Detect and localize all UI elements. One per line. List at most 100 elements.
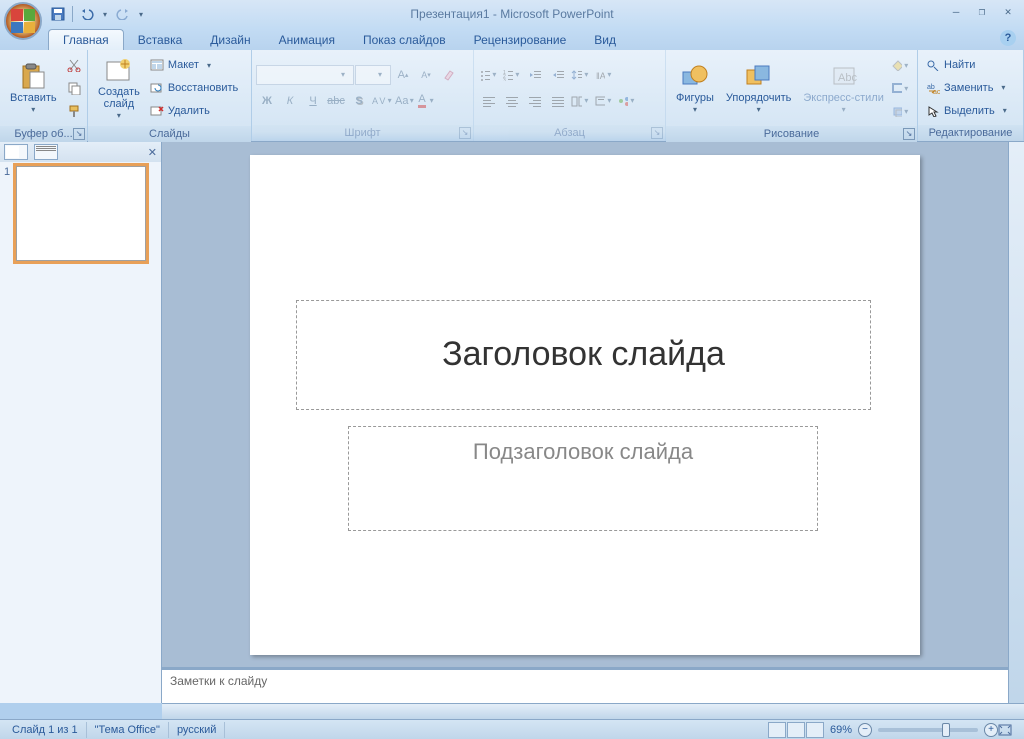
slideshow-view-button[interactable] (806, 722, 824, 738)
drawing-dialog-launcher[interactable]: ↘ (903, 128, 915, 140)
grow-font-button[interactable]: A▴ (392, 64, 414, 86)
tab-review[interactable]: Рецензирование (460, 30, 581, 50)
group-drawing: Фигуры▾ Упорядочить▾ Abc Экспресс-стили▾… (666, 50, 918, 141)
tab-design[interactable]: Дизайн (196, 30, 264, 50)
close-button[interactable]: ✕ (996, 2, 1020, 20)
select-button[interactable]: Выделить▾ (922, 100, 1019, 122)
qat-customize-dropdown[interactable]: ▾ (135, 4, 147, 24)
outline-tab[interactable] (34, 144, 58, 160)
tab-slideshow[interactable]: Показ слайдов (349, 30, 460, 50)
font-color-button[interactable]: A▾ (417, 90, 439, 112)
zoom-level[interactable]: 69% (824, 724, 858, 736)
text-direction-button[interactable]: ‖A▾ (593, 64, 615, 86)
justify-button[interactable] (547, 90, 569, 112)
group-font-label: Шрифт↘ (252, 125, 473, 141)
clear-format-button[interactable] (438, 64, 460, 86)
group-clipboard-label: Буфер об...↘ (0, 126, 87, 142)
normal-view-button[interactable] (768, 722, 786, 738)
thumbnail-pane: ✕ 1 (0, 142, 162, 703)
change-case-button[interactable]: Aa▾ (394, 90, 416, 112)
group-paragraph: ▾ 123▾ ▾ ‖A▾ ▾ ▾ ▾ Абзац↘ (474, 50, 666, 141)
status-language[interactable]: русский (169, 722, 225, 738)
align-left-button[interactable] (478, 90, 500, 112)
paste-button[interactable]: Вставить ▾ (4, 52, 63, 124)
delete-slide-button[interactable]: Удалить (146, 100, 247, 122)
italic-button[interactable]: К (279, 90, 301, 112)
line-spacing-button[interactable]: ▾ (570, 64, 592, 86)
paragraph-dialog-launcher[interactable]: ↘ (651, 127, 663, 139)
minimize-button[interactable]: — (944, 2, 968, 20)
qat-undo-button[interactable] (77, 4, 97, 24)
shadow-button[interactable]: S (348, 90, 370, 112)
increase-indent-button[interactable] (547, 64, 569, 86)
smartart-button[interactable]: ▾ (616, 90, 638, 112)
slide[interactable]: Заголовок слайда Подзаголовок слайда (250, 155, 920, 655)
slides-tab[interactable] (4, 144, 28, 160)
zoom-slider[interactable] (878, 728, 978, 732)
horizontal-scrollbar[interactable] (162, 703, 1024, 719)
qat-undo-dropdown[interactable]: ▾ (99, 4, 111, 24)
subtitle-placeholder[interactable]: Подзаголовок слайда (348, 426, 818, 531)
qat-save-button[interactable] (48, 4, 68, 24)
shape-effects-button[interactable]: ▾ (890, 100, 912, 122)
vertical-scrollbar[interactable] (1008, 142, 1024, 703)
format-painter-button[interactable] (63, 100, 85, 122)
group-editing: Найти abacЗаменить▾ Выделить▾ Редактиров… (918, 50, 1024, 141)
title-placeholder[interactable]: Заголовок слайда (296, 300, 871, 410)
zoom-in-button[interactable]: + (984, 723, 998, 737)
arrange-button[interactable]: Упорядочить▾ (720, 52, 797, 124)
sorter-view-button[interactable] (787, 722, 805, 738)
copy-button[interactable] (63, 77, 85, 99)
font-family-combo[interactable]: ▾ (256, 65, 354, 85)
tab-insert[interactable]: Вставка (124, 30, 197, 50)
char-spacing-button[interactable]: AV▾ (371, 90, 393, 112)
columns-button[interactable]: ▾ (570, 90, 592, 112)
strikethrough-button[interactable]: abc (325, 90, 347, 112)
quick-styles-button[interactable]: Abc Экспресс-стили▾ (797, 52, 889, 124)
zoom-slider-thumb[interactable] (942, 723, 950, 737)
office-button[interactable] (4, 2, 42, 40)
tab-animation[interactable]: Анимация (265, 30, 349, 50)
restore-button[interactable]: ❐ (970, 2, 994, 20)
find-icon (926, 59, 940, 71)
replace-button[interactable]: abacЗаменить▾ (922, 77, 1019, 99)
new-slide-button[interactable]: Создать слайд ▾ (92, 52, 146, 124)
underline-button[interactable]: Ч (302, 90, 324, 112)
status-theme[interactable]: "Тема Office" (87, 722, 169, 738)
pane-close-button[interactable]: ✕ (148, 146, 157, 159)
slide-canvas[interactable]: Заголовок слайда Подзаголовок слайда (162, 142, 1008, 667)
group-slides: Создать слайд ▾ Макет▾ Восстановить Удал… (88, 50, 252, 141)
notes-pane[interactable]: Заметки к слайду (162, 667, 1008, 703)
layout-button[interactable]: Макет▾ (146, 54, 247, 76)
help-button[interactable]: ? (1000, 30, 1016, 46)
tab-view[interactable]: Вид (580, 30, 630, 50)
shape-outline-button[interactable]: ▾ (890, 77, 912, 99)
align-center-button[interactable] (501, 90, 523, 112)
bullets-button[interactable]: ▾ (478, 64, 500, 86)
decrease-indent-button[interactable] (524, 64, 546, 86)
tab-home[interactable]: Главная (48, 29, 124, 50)
zoom-out-button[interactable]: − (858, 723, 872, 737)
cut-button[interactable] (63, 54, 85, 76)
fit-to-window-button[interactable] (998, 724, 1020, 736)
group-editing-label: Редактирование (918, 125, 1023, 141)
shape-fill-button[interactable]: ▾ (890, 54, 912, 76)
align-text-button[interactable]: ▾ (593, 90, 615, 112)
slide-thumbnail[interactable]: 1 (4, 166, 157, 261)
status-slide-indicator[interactable]: Слайд 1 из 1 (4, 722, 87, 738)
thumbnail-list[interactable]: 1 (0, 162, 161, 703)
reset-button[interactable]: Восстановить (146, 77, 247, 99)
shapes-button[interactable]: Фигуры▾ (670, 52, 720, 124)
find-button[interactable]: Найти (922, 54, 1019, 76)
qat-redo-button[interactable] (113, 4, 133, 24)
numbering-button[interactable]: 123▾ (501, 64, 523, 86)
group-slides-label: Слайды (88, 126, 251, 142)
shrink-font-button[interactable]: A▾ (415, 64, 437, 86)
align-right-button[interactable] (524, 90, 546, 112)
font-size-combo[interactable]: ▾ (355, 65, 391, 85)
bold-button[interactable]: Ж (256, 90, 278, 112)
thumbnail-preview[interactable] (16, 166, 146, 261)
font-dialog-launcher[interactable]: ↘ (459, 127, 471, 139)
clipboard-dialog-launcher[interactable]: ↘ (73, 128, 85, 140)
thumbnail-number: 1 (4, 166, 12, 261)
